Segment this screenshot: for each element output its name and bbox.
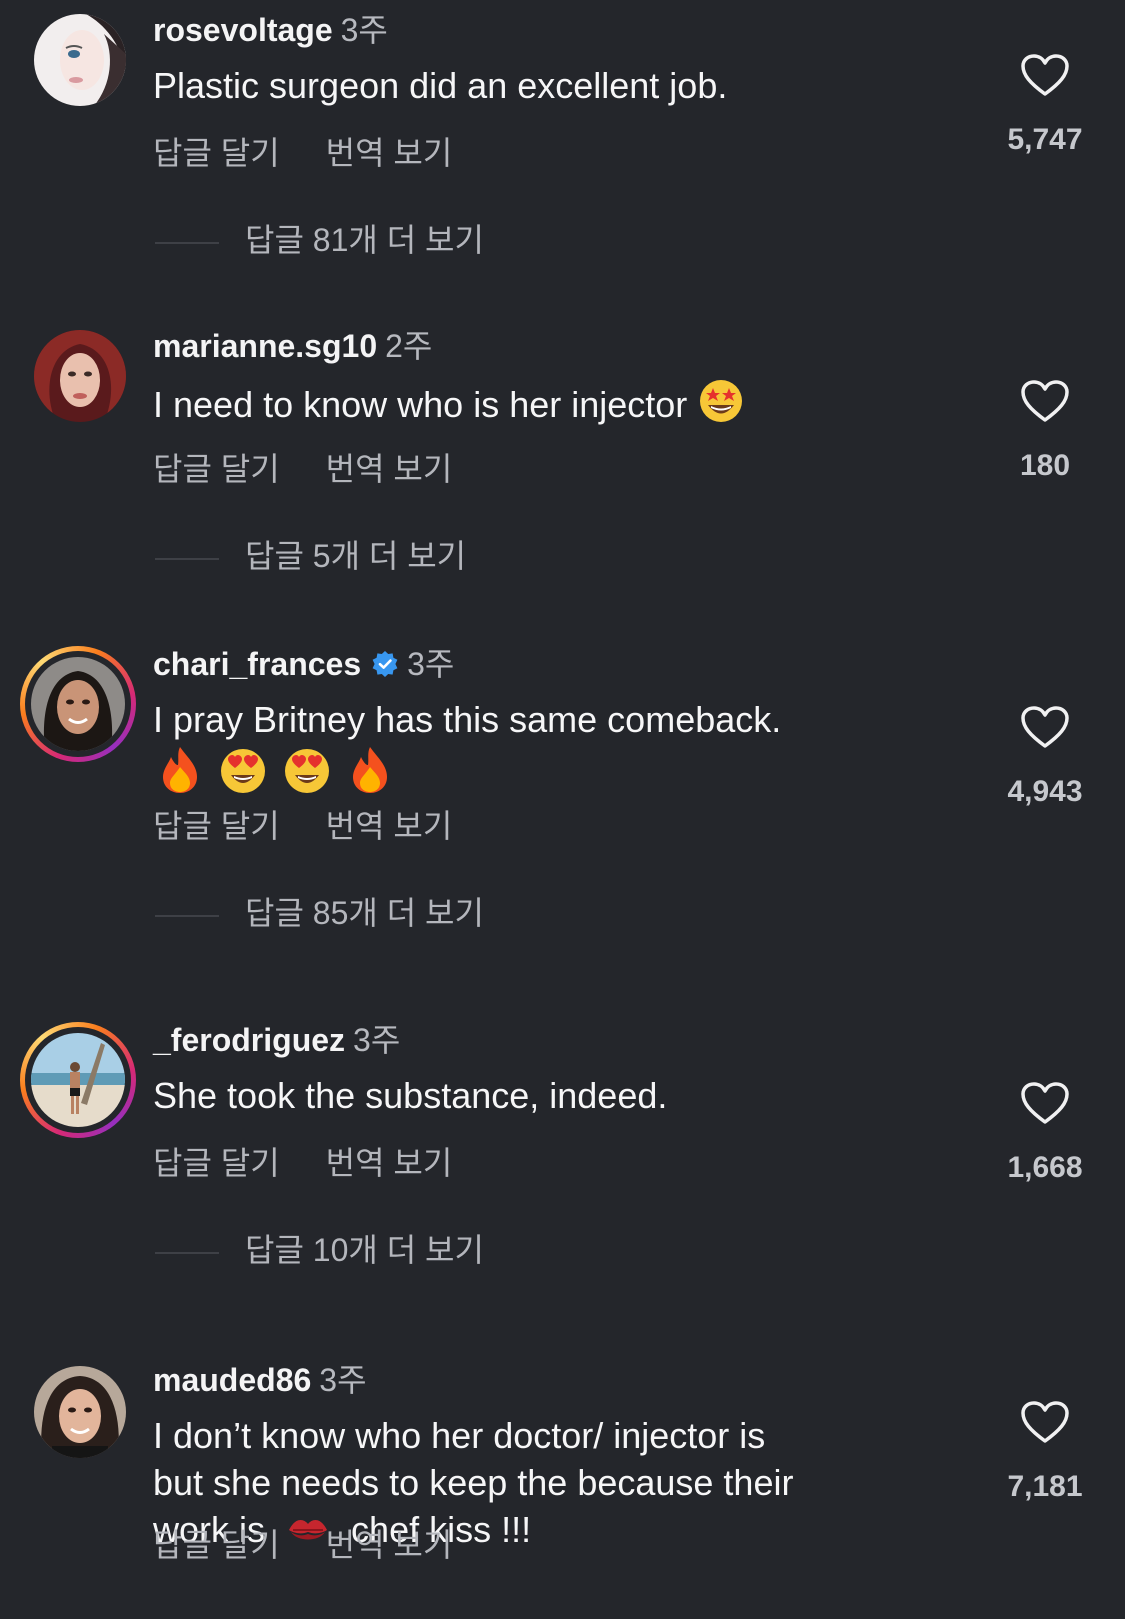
comment-text-content: I need to know who is her injector: [153, 384, 688, 425]
replies-divider: [155, 241, 219, 244]
verified-badge-icon: [372, 651, 398, 677]
translate-button[interactable]: 번역 보기: [326, 1145, 453, 1181]
like-count: 5,747: [1007, 123, 1083, 156]
translate-button[interactable]: 번역 보기: [326, 1527, 453, 1563]
view-more-replies-button[interactable]: 답글 10개 더 보기: [155, 1230, 484, 1270]
comment-age: 3주: [319, 1362, 367, 1398]
heart-eyes-emoji: [219, 747, 267, 806]
like-count: 4,943: [1007, 775, 1083, 808]
avatar[interactable]: [34, 14, 126, 106]
heart-icon: [1021, 1401, 1069, 1443]
comment-header: chari_frances 3주: [153, 644, 454, 684]
reply-button[interactable]: 답글 달기: [153, 135, 280, 171]
view-more-replies-label: 답글 5개 더 보기: [245, 538, 467, 574]
comment-text: I pray Britney has this same comeback.: [153, 696, 953, 795]
heart-icon: [1021, 380, 1069, 422]
fire-emoji: [157, 745, 203, 806]
comment-age: 2주: [385, 328, 433, 364]
comment-header: marianne.sg10 2주: [153, 326, 432, 366]
comment-text: Plastic surgeon did an excellent job.: [153, 65, 728, 106]
view-more-replies-button[interactable]: 답글 85개 더 보기: [155, 893, 484, 933]
like-button[interactable]: [1000, 705, 1090, 749]
comment-age: 3주: [353, 1022, 401, 1058]
replies-divider: [155, 914, 219, 917]
username[interactable]: rosevoltage: [153, 12, 333, 48]
avatar-image: [31, 1033, 125, 1127]
avatar[interactable]: [34, 330, 126, 422]
comment-age: 3주: [340, 12, 388, 48]
comment-item: marianne.sg10 2주 I need to know who is he…: [0, 316, 1125, 616]
translate-button[interactable]: 번역 보기: [326, 135, 453, 171]
comment-header: rosevoltage 3주: [153, 10, 388, 50]
comment-header: mauded86 3주: [153, 1360, 367, 1400]
like-count: 180: [1019, 449, 1071, 482]
emoji-line: [153, 745, 953, 795]
translate-button[interactable]: 번역 보기: [326, 451, 453, 487]
reply-button[interactable]: 답글 달기: [153, 1145, 280, 1181]
heart-eyes-emoji: [283, 747, 331, 806]
heart-icon: [1021, 706, 1069, 748]
like-button[interactable]: [1000, 1081, 1090, 1125]
comment-text-content: I pray Britney has this same comeback.: [153, 699, 782, 740]
star-struck-emoji: [697, 378, 745, 435]
reply-button[interactable]: 답글 달기: [153, 451, 280, 487]
comment-item: _ferodriguez 3주 She took the substance, i…: [0, 1020, 1125, 1320]
like-button[interactable]: [1000, 53, 1090, 97]
view-more-replies-label: 답글 85개 더 보기: [245, 895, 484, 931]
avatar[interactable]: [20, 1022, 136, 1138]
replies-divider: [155, 1251, 219, 1254]
comment-actions: 답글 달기 번역 보기: [153, 1525, 452, 1565]
comment-actions: 답글 달기 번역 보기: [153, 133, 452, 173]
like-count: 7,181: [1007, 1470, 1083, 1503]
comment-actions: 답글 달기 번역 보기: [153, 1143, 452, 1183]
comment-actions: 답글 달기 번역 보기: [153, 449, 452, 489]
replies-divider: [155, 557, 219, 560]
comment-actions: 답글 달기 번역 보기: [153, 806, 452, 846]
comment-item: chari_frances 3주 I pray Britney has this…: [0, 644, 1125, 984]
avatar[interactable]: [20, 646, 136, 762]
fire-emoji: [347, 745, 393, 806]
like-button[interactable]: [1000, 1400, 1090, 1444]
view-more-replies-label: 답글 81개 더 보기: [245, 222, 484, 258]
username[interactable]: _ferodriguez: [153, 1022, 345, 1058]
comment-header: _ferodriguez 3주: [153, 1020, 400, 1060]
username[interactable]: chari_frances: [153, 646, 361, 682]
username[interactable]: marianne.sg10: [153, 328, 377, 364]
comment-text: I need to know who is her injector: [153, 378, 953, 435]
like-count: 1,668: [1007, 1151, 1083, 1184]
avatar-image: [31, 657, 125, 751]
view-more-replies-label: 답글 10개 더 보기: [245, 1232, 484, 1268]
comment-age: 3주: [407, 646, 455, 682]
reply-button[interactable]: 답글 달기: [153, 808, 280, 844]
reply-button[interactable]: 답글 달기: [153, 1527, 280, 1563]
username[interactable]: mauded86: [153, 1362, 311, 1398]
heart-icon: [1021, 54, 1069, 96]
view-more-replies-button[interactable]: 답글 81개 더 보기: [155, 220, 484, 260]
avatar[interactable]: [34, 1366, 126, 1458]
like-button[interactable]: [1000, 379, 1090, 423]
comment-item: rosevoltage 3주 Plastic surgeon did an exc…: [0, 0, 1125, 300]
comment-text-line: I don’t know who her doctor/ injector is: [153, 1415, 766, 1456]
translate-button[interactable]: 번역 보기: [326, 808, 453, 844]
heart-icon: [1021, 1082, 1069, 1124]
view-more-replies-button[interactable]: 답글 5개 더 보기: [155, 536, 466, 576]
comment-text-line: but she needs to keep the because their: [153, 1462, 794, 1503]
comment-item: mauded86 3주 I don’t know who her doctor/ …: [0, 1360, 1125, 1619]
comment-text: She took the substance, indeed.: [153, 1075, 668, 1116]
